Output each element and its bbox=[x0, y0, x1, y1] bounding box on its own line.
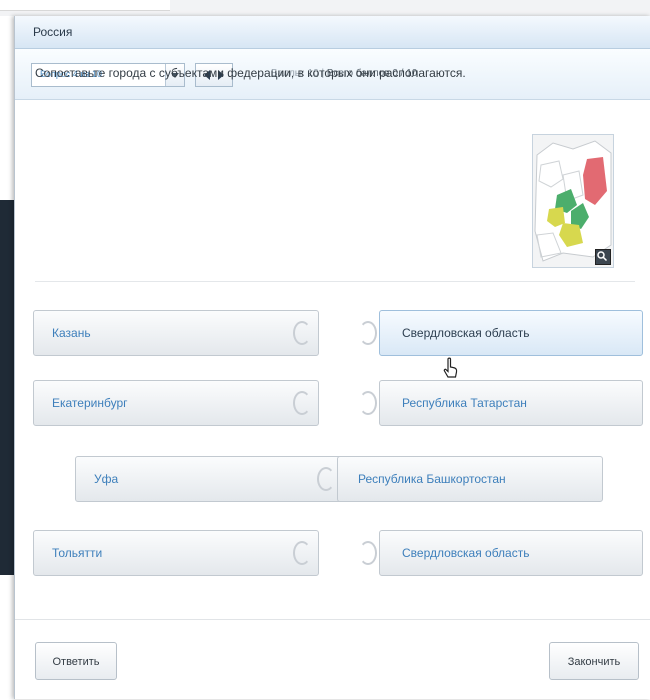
content-divider bbox=[35, 281, 635, 282]
connector-icon bbox=[359, 391, 377, 415]
connector-icon bbox=[317, 467, 335, 491]
russia-regions-map bbox=[533, 135, 613, 267]
region-chip-selected[interactable]: Свердловская область bbox=[379, 310, 643, 356]
desktop-background-top bbox=[0, 0, 650, 16]
connector-icon bbox=[293, 391, 311, 415]
city-chip-kazan[interactable]: Казань bbox=[33, 310, 319, 356]
city-label: Уфа bbox=[94, 472, 119, 486]
window-title: Россия bbox=[15, 16, 650, 49]
hand-cursor-icon bbox=[443, 357, 458, 378]
region-label: Республика Татарстан bbox=[402, 396, 527, 410]
city-chip-yekaterinburg[interactable]: Екатеринбург bbox=[33, 380, 319, 426]
desktop-background-bottom bbox=[0, 575, 14, 699]
connector-icon bbox=[359, 541, 377, 565]
connector-icon bbox=[293, 541, 311, 565]
question-text: Сопоставьте города с субъектами федераци… bbox=[35, 66, 466, 80]
map-thumbnail[interactable] bbox=[532, 134, 614, 268]
connector-icon bbox=[359, 321, 377, 345]
zoom-icon[interactable] bbox=[595, 249, 611, 265]
connector-icon bbox=[293, 321, 311, 345]
region-chip-joined[interactable]: Республика Башкортостан bbox=[337, 456, 603, 502]
answer-button[interactable]: Ответить bbox=[35, 642, 117, 680]
region-label: Свердловская область bbox=[402, 546, 530, 560]
finish-button[interactable]: Закончить bbox=[549, 642, 639, 680]
background-window-edge bbox=[0, 0, 170, 11]
city-label: Екатеринбург bbox=[52, 396, 128, 410]
quiz-window: Россия Вопрос 4 из 10 Баллы: 10 | Всего … bbox=[14, 16, 650, 699]
region-chip[interactable]: Свердловская область bbox=[379, 530, 643, 576]
region-chip[interactable]: Республика Татарстан bbox=[379, 380, 643, 426]
city-label: Тольятти bbox=[52, 546, 103, 560]
city-chip-tolyatti[interactable]: Тольятти bbox=[33, 530, 319, 576]
quiz-footer: Ответить Закончить bbox=[15, 619, 650, 700]
region-label: Республика Башкортостан bbox=[358, 472, 506, 486]
desktop-background-left bbox=[0, 200, 14, 575]
city-label: Казань bbox=[52, 326, 91, 340]
city-chip-ufa[interactable]: Уфа bbox=[75, 456, 343, 502]
region-label: Свердловская область bbox=[402, 326, 530, 340]
